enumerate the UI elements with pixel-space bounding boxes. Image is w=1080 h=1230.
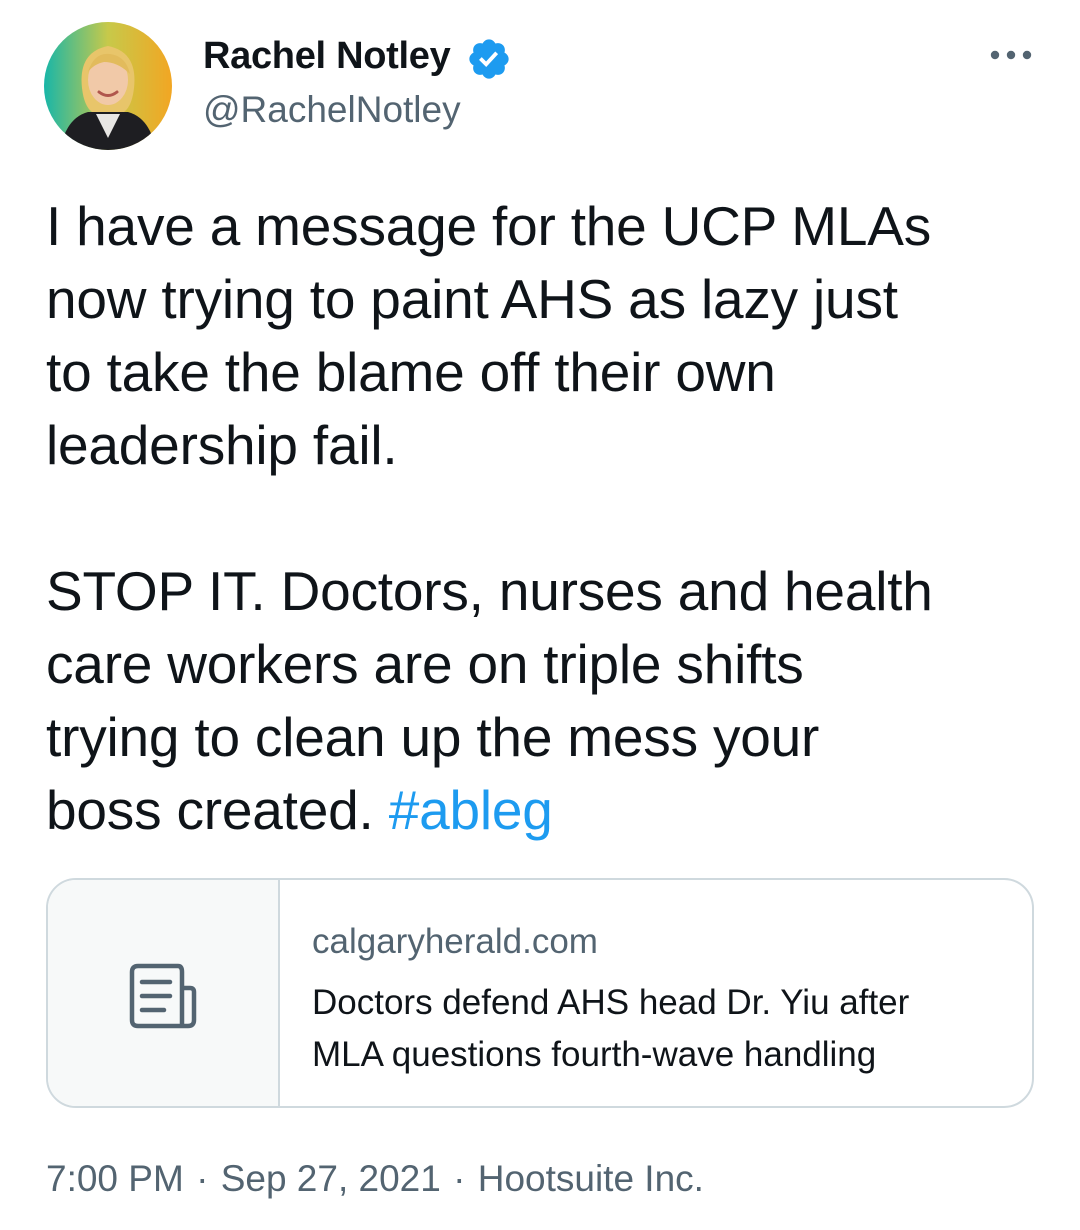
tweet-text-last-line: boss created. #ableg xyxy=(46,774,1046,847)
card-thumbnail xyxy=(48,880,280,1106)
avatar[interactable] xyxy=(44,22,172,150)
tweet-text-line: trying to clean up the mess your xyxy=(46,706,820,768)
card-title-line: MLA questions fourth-wave handling xyxy=(312,1035,877,1074)
card-title-line: Doctors defend AHS head Dr. Yiu after xyxy=(312,983,910,1022)
meta-separator: · xyxy=(196,1158,209,1199)
meta-separator: · xyxy=(453,1158,466,1199)
tweet-text-line: STOP IT. Doctors, nurses and health xyxy=(46,560,933,622)
tweet-source[interactable]: Hootsuite Inc. xyxy=(478,1158,704,1199)
tweet-text: I have a message for the UCP MLAs now tr… xyxy=(46,190,1046,847)
card-title: Doctors defend AHS head Dr. Yiu after ML… xyxy=(312,977,1012,1081)
tweet-text-line: to take the blame off their own xyxy=(46,341,776,403)
tweet-text-line: I have a message for the UCP MLAs xyxy=(46,195,932,257)
tweet-time[interactable]: 7:00 PM xyxy=(46,1158,184,1199)
more-options-icon[interactable] xyxy=(986,40,1036,70)
author-handle[interactable]: @RachelNotley xyxy=(203,88,461,132)
tweet-text-line: boss created. xyxy=(46,779,374,841)
display-name[interactable]: Rachel Notley xyxy=(203,34,451,78)
link-preview-card[interactable]: calgaryherald.com Doctors defend AHS hea… xyxy=(46,878,1034,1108)
tweet-text-line: now trying to paint AHS as lazy just xyxy=(46,268,898,330)
hashtag-link[interactable]: #ableg xyxy=(389,779,553,841)
article-icon xyxy=(129,963,197,1029)
tweet-meta: 7:00 PM · Sep 27, 2021 · Hootsuite Inc. xyxy=(46,1157,704,1201)
tweet-text-line: leadership fail. xyxy=(46,414,398,476)
tweet-text-line: care workers are on triple shifts xyxy=(46,633,804,695)
verified-badge-icon xyxy=(466,36,512,82)
tweet-date[interactable]: Sep 27, 2021 xyxy=(221,1158,441,1199)
card-domain: calgaryherald.com xyxy=(312,922,598,961)
